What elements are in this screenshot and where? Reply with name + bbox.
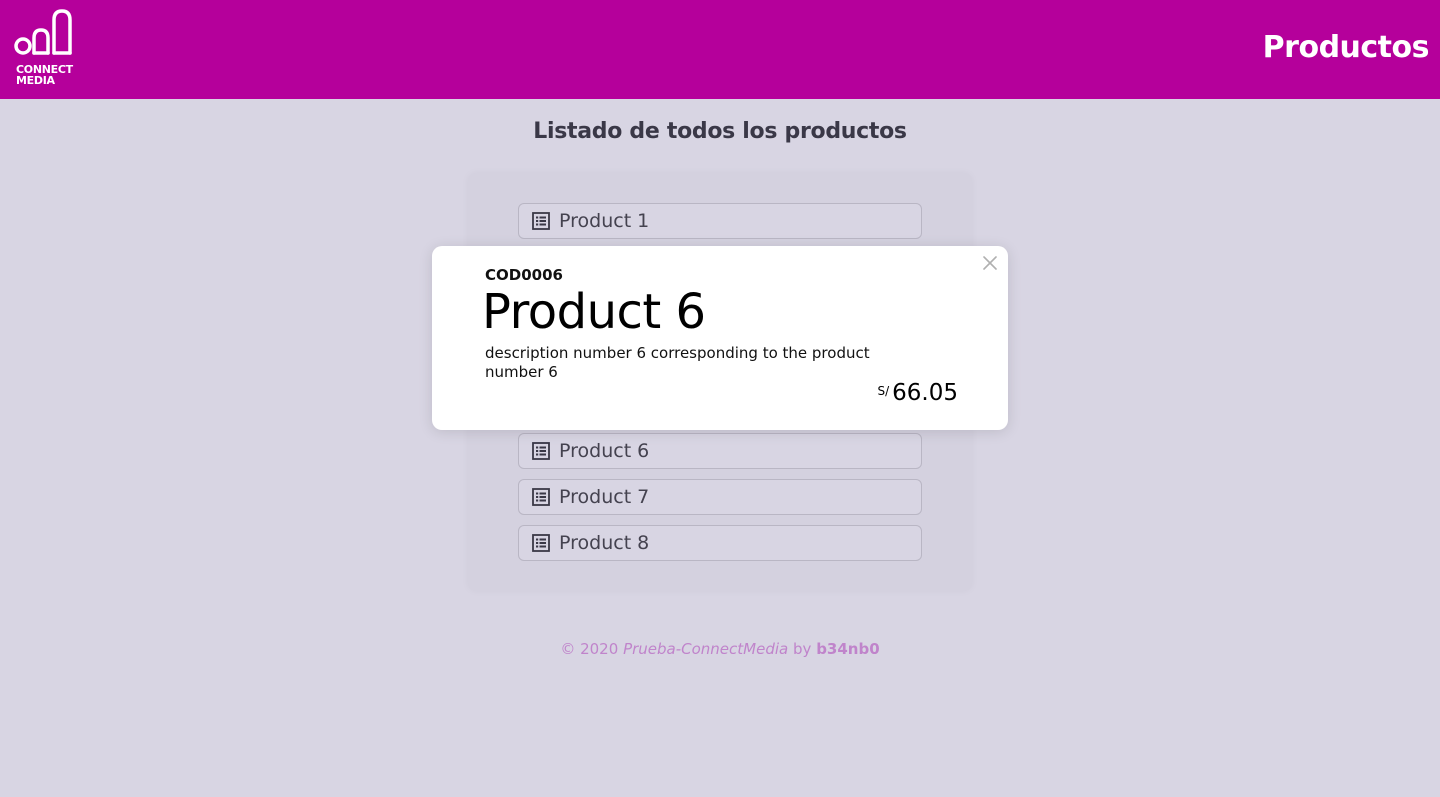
list-icon bbox=[531, 211, 551, 231]
product-item-6[interactable]: Product 6 bbox=[518, 433, 922, 469]
app-header: CONNECT MEDIA Productos bbox=[0, 0, 1440, 99]
footer-by: by bbox=[793, 640, 812, 658]
close-button[interactable] bbox=[980, 253, 1000, 273]
list-icon bbox=[531, 487, 551, 507]
footer: © 2020 Prueba-ConnectMedia by b34nb0 bbox=[0, 640, 1440, 658]
logo-mark-icon bbox=[14, 9, 72, 55]
price-currency: S/ bbox=[877, 384, 890, 398]
product-item-8[interactable]: Product 8 bbox=[518, 525, 922, 561]
product-item-7[interactable]: Product 7 bbox=[518, 479, 922, 515]
close-icon bbox=[983, 256, 997, 270]
product-description: description number 6 corresponding to th… bbox=[485, 344, 870, 381]
list-icon bbox=[531, 441, 551, 461]
footer-copyright: © 2020 bbox=[560, 640, 619, 658]
product-detail-modal: COD0006 Product 6 description number 6 c… bbox=[432, 246, 1008, 430]
footer-author-link[interactable]: b34nb0 bbox=[816, 640, 879, 658]
product-price: S/ 66.05 bbox=[877, 380, 958, 406]
price-amount: 66.05 bbox=[892, 380, 958, 406]
page-title: Productos bbox=[1262, 30, 1430, 65]
products-heading: Listado de todos los productos bbox=[533, 119, 907, 144]
product-name: Product 6 bbox=[482, 284, 706, 340]
product-code: COD0006 bbox=[485, 266, 563, 284]
product-item-1[interactable]: Product 1 bbox=[518, 203, 922, 239]
product-item-label: Product 8 bbox=[559, 532, 650, 554]
logo-text-media: MEDIA bbox=[16, 74, 55, 87]
footer-project-link[interactable]: Prueba-ConnectMedia bbox=[623, 640, 788, 658]
product-item-label: Product 6 bbox=[559, 440, 650, 462]
connect-media-logo[interactable]: CONNECT MEDIA bbox=[14, 8, 80, 90]
list-icon bbox=[531, 533, 551, 553]
product-item-label: Product 1 bbox=[559, 210, 650, 232]
product-item-label: Product 7 bbox=[559, 486, 650, 508]
